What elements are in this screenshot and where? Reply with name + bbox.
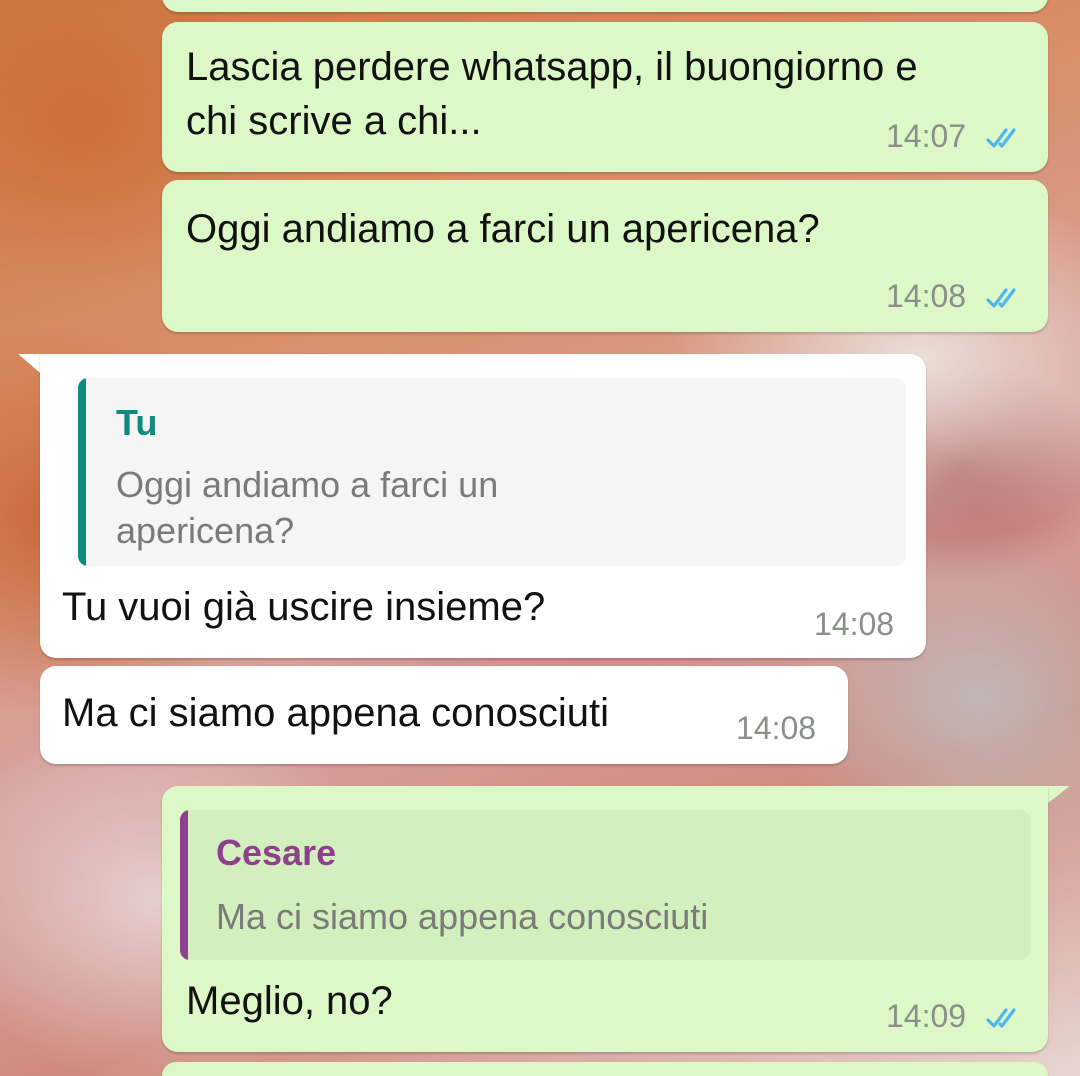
message-time: 14:08 — [736, 710, 817, 746]
message-bubble-partial-top[interactable] — [162, 0, 1048, 12]
message-bubble-incoming[interactable]: Ma ci siamo appena conosciuti 14:08 — [40, 666, 848, 764]
double-check-icon — [986, 1008, 1016, 1028]
double-check-icon — [986, 128, 1016, 148]
quote-bar — [180, 810, 188, 960]
message-text: Ma ci siamo appena conosciuti — [62, 691, 609, 735]
message-bubble-incoming[interactable]: Tu Oggi andiamo a farci un apericena? Tu… — [40, 354, 926, 658]
message-time: 14:08 — [814, 606, 895, 642]
message-bubble-outgoing[interactable]: Cesare Ma ci siamo appena conosciuti Meg… — [162, 786, 1048, 1052]
message-text: chi scrive a chi... — [186, 99, 482, 143]
quote-author: Cesare — [216, 832, 337, 873]
quoted-message[interactable]: Tu Oggi andiamo a farci un apericena? — [78, 378, 906, 566]
message-bubble-outgoing[interactable]: Lascia perdere whatsapp, il buongiorno e… — [162, 22, 1048, 172]
message-text: Meglio, no? — [186, 979, 393, 1023]
message-bubble-outgoing[interactable]: Oggi andiamo a farci un apericena? 14:08 — [162, 180, 1048, 332]
quote-bar — [78, 378, 86, 566]
message-text: Tu vuoi già uscire insieme? — [62, 585, 546, 629]
message-time: 14:07 — [886, 118, 967, 154]
quote-author: Tu — [116, 402, 158, 443]
quote-text: apericena? — [116, 510, 295, 551]
double-check-icon — [986, 288, 1016, 308]
quote-text: Oggi andiamo a farci un — [116, 464, 499, 505]
message-text: Lascia perdere whatsapp, il buongiorno e — [186, 45, 918, 89]
message-time: 14:09 — [886, 998, 967, 1034]
message-text: Oggi andiamo a farci un apericena? — [186, 207, 820, 251]
quote-text: Ma ci siamo appena conosciuti — [216, 896, 709, 937]
quoted-message[interactable]: Cesare Ma ci siamo appena conosciuti — [180, 810, 1030, 960]
message-bubble-partial-bottom[interactable] — [162, 1062, 1048, 1076]
message-time: 14:08 — [886, 278, 967, 314]
